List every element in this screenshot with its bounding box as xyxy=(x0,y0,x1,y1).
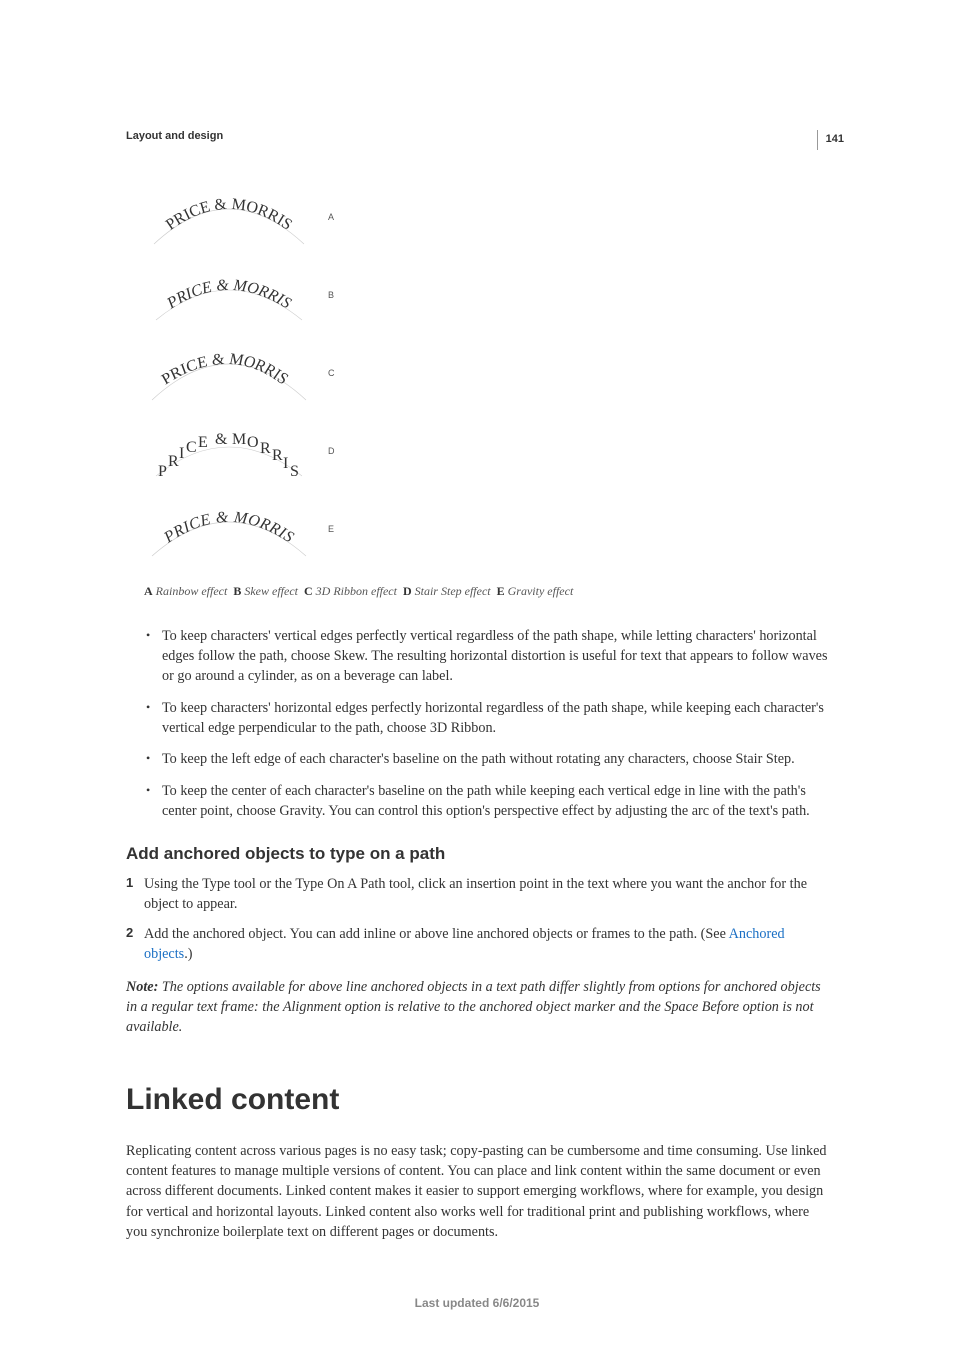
figure-row-b: PRICE & MORRIS B xyxy=(144,260,828,330)
caption-key-d: D xyxy=(403,584,412,598)
ribbon-effect-diagram: PRICE & MORRIS xyxy=(144,338,314,408)
steps-list: Using the Type tool or the Type On A Pat… xyxy=(126,874,828,965)
caption-key-c: C xyxy=(304,584,313,598)
subheading-anchored: Add anchored objects to type on a path xyxy=(126,844,828,864)
note-text: The options available for above line anc… xyxy=(126,979,821,1035)
svg-text:PRICE & MORRIS: PRICE & MORRIS xyxy=(158,351,294,388)
caption-key-b: B xyxy=(233,584,241,598)
rainbow-effect-diagram: PRICE & MORRIS xyxy=(144,182,314,252)
svg-text:PRICE & MORRIS: PRICE & MORRIS xyxy=(160,509,296,547)
bullet-item: To keep characters' horizontal edges per… xyxy=(144,699,828,739)
note-label: Note: xyxy=(126,979,162,995)
figure-row-d: PRICE & MORRIS D xyxy=(144,416,828,486)
figure-label-d: D xyxy=(328,446,335,456)
svg-text:PRICE & MORRIS: PRICE & MORRIS xyxy=(163,277,293,313)
heading-linked-content: Linked content xyxy=(126,1083,828,1117)
svg-text:PRICE & MORRIS: PRICE & MORRIS xyxy=(163,196,295,234)
bullet-item: To keep the center of each character's b… xyxy=(144,782,828,822)
figure-row-c: PRICE & MORRIS C xyxy=(144,338,828,408)
figure-label-b: B xyxy=(328,290,334,300)
figure-label-c: C xyxy=(328,368,335,378)
skew-effect-diagram: PRICE & MORRIS xyxy=(144,260,314,330)
footer-last-updated: Last updated 6/6/2015 xyxy=(0,1296,954,1310)
bullet-list: To keep characters' vertical edges perfe… xyxy=(144,627,828,822)
page-number: 141 xyxy=(817,130,844,150)
stair-step-effect-diagram: PRICE & MORRIS xyxy=(144,416,314,486)
caption-val-a: Rainbow effect xyxy=(156,584,228,598)
caption-val-d: Stair Step effect xyxy=(415,584,491,598)
caption-val-b: Skew effect xyxy=(244,584,298,598)
figure-row-a: PRICE & MORRIS A xyxy=(144,182,828,252)
note-paragraph: Note: The options available for above li… xyxy=(126,977,828,1037)
bullet-item: To keep the left edge of each character'… xyxy=(144,750,828,770)
caption-val-c: 3D Ribbon effect xyxy=(316,584,397,598)
step-item: Using the Type tool or the Type On A Pat… xyxy=(126,874,828,914)
figure-caption: A Rainbow effect B Skew effect C 3D Ribb… xyxy=(144,584,828,599)
figure-label-a: A xyxy=(328,212,334,222)
svg-text:PRICE & MORRIS: PRICE & MORRIS xyxy=(158,431,299,480)
caption-key-a: A xyxy=(144,584,153,598)
bullet-item: To keep characters' vertical edges perfe… xyxy=(144,627,828,687)
gravity-effect-diagram: PRICE & MORRIS xyxy=(144,494,314,564)
caption-val-e: Gravity effect xyxy=(508,584,574,598)
step-item: Add the anchored object. You can add inl… xyxy=(126,924,828,964)
body-paragraph: Replicating content across various pages… xyxy=(126,1141,828,1242)
caption-key-e: E xyxy=(497,584,505,598)
figure-label-e: E xyxy=(328,524,334,534)
figure-row-e: PRICE & MORRIS E xyxy=(144,494,828,564)
section-header: Layout and design xyxy=(126,130,828,142)
step-text-tail: .) xyxy=(184,946,192,962)
figure: PRICE & MORRIS A PRICE & MORRIS B PRICE … xyxy=(144,182,828,564)
step-text: Add the anchored object. You can add inl… xyxy=(144,926,729,942)
